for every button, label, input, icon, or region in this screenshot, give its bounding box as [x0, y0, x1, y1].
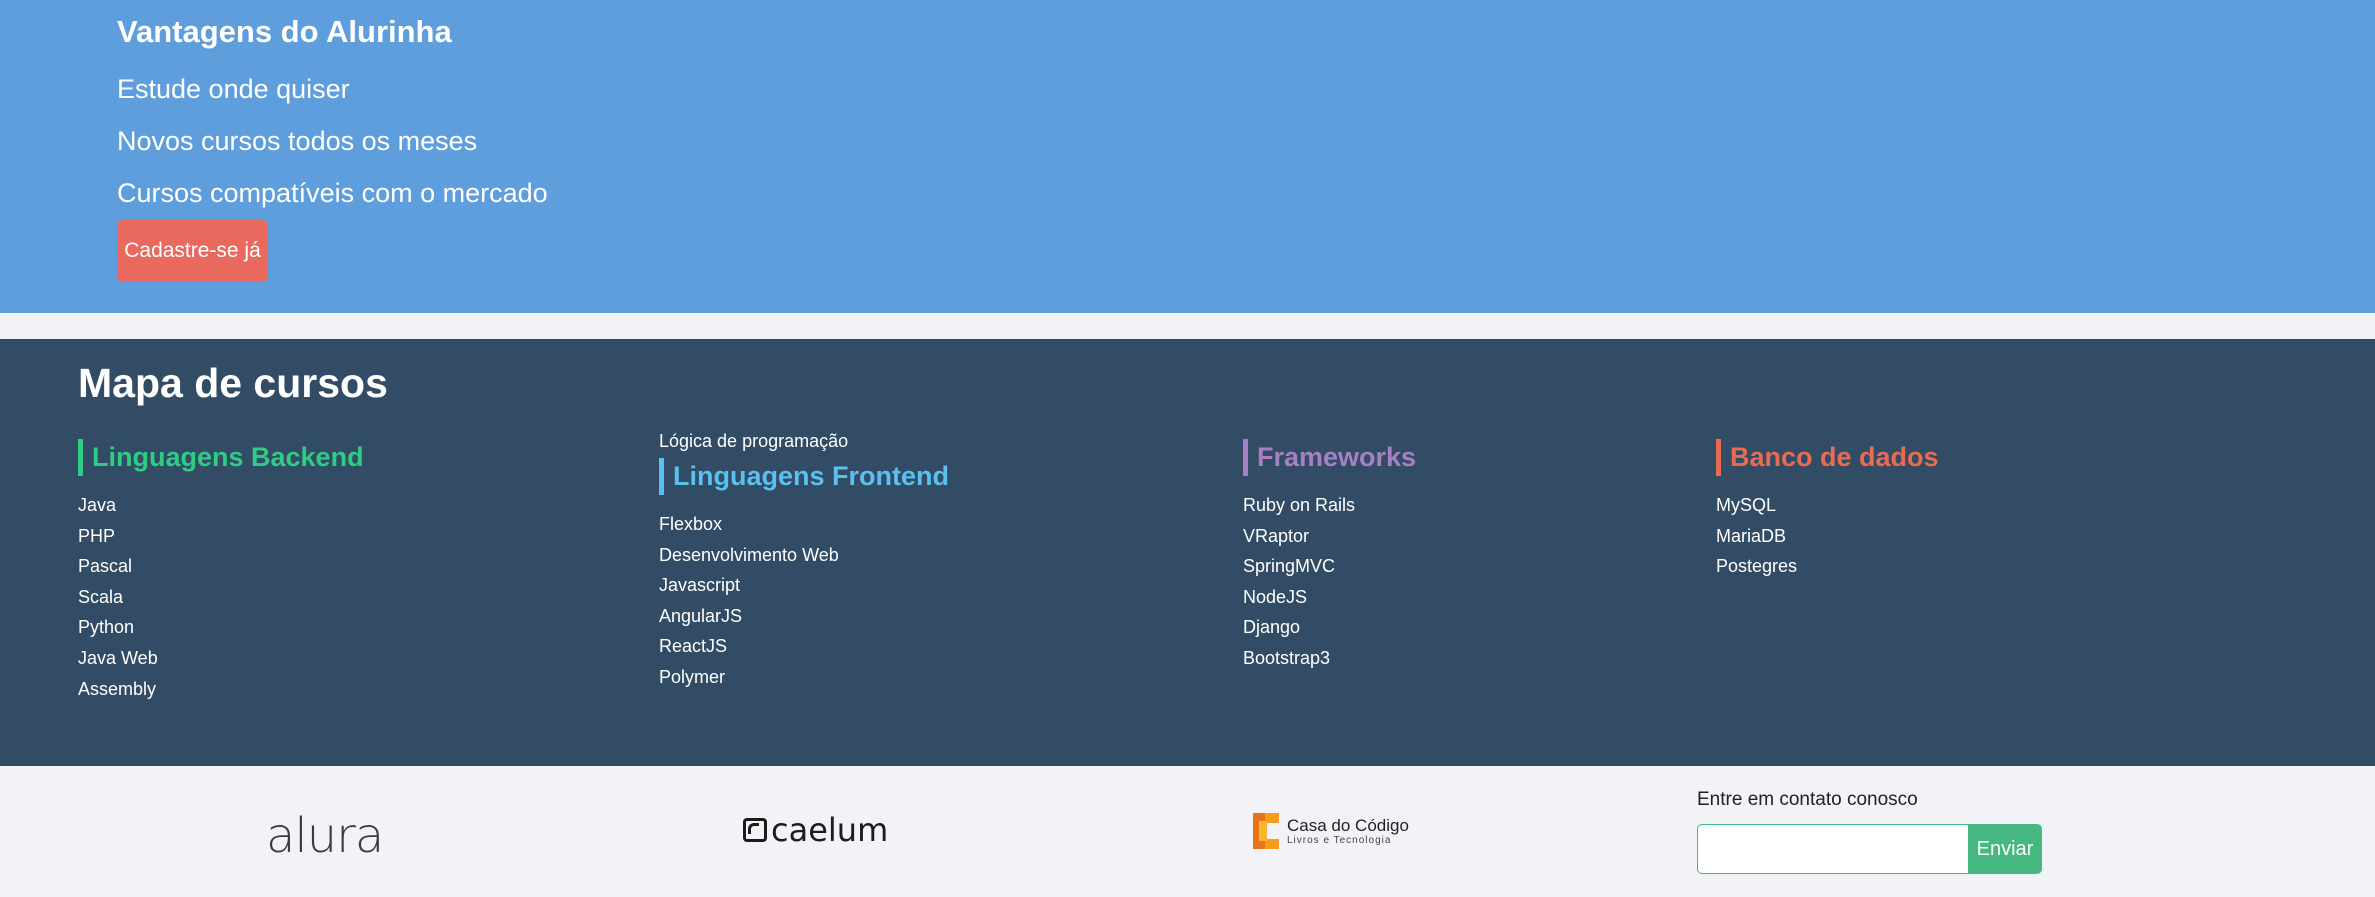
- advantages-section: Vantagens do Alurinha Estude onde quiser…: [0, 0, 2375, 313]
- backend-list: Java PHP Pascal Scala Python Java Web As…: [78, 490, 364, 704]
- course-map-section: Mapa de cursos Linguagens Backend Java P…: [0, 339, 2375, 766]
- list-item: Scala: [78, 582, 364, 613]
- list-item: Java Web: [78, 643, 364, 674]
- advantages-title: Vantagens do Alurinha: [117, 14, 452, 49]
- send-button[interactable]: Enviar: [1968, 824, 2042, 874]
- list-item: Assembly: [78, 674, 364, 705]
- course-link[interactable]: Django: [1243, 617, 1300, 637]
- list-item: Postegres: [1716, 551, 1939, 582]
- frontend-column: Lógica de programação Linguagens Fronten…: [659, 426, 949, 693]
- course-link[interactable]: Java Web: [78, 648, 158, 668]
- list-item: Desenvolvimento Web: [659, 540, 949, 571]
- course-link[interactable]: AngularJS: [659, 606, 742, 626]
- list-item: NodeJS: [1243, 582, 1416, 613]
- course-link[interactable]: Lógica de programação: [659, 431, 848, 451]
- databases-list: MySQL MariaDB Postegres: [1716, 490, 1939, 582]
- frameworks-column: Frameworks Ruby on Rails VRaptor SpringM…: [1243, 439, 1416, 674]
- alura-logo-text: alura: [266, 808, 384, 864]
- course-link[interactable]: Bootstrap3: [1243, 648, 1330, 668]
- list-item: Lógica de programação: [659, 426, 949, 456]
- course-link[interactable]: Desenvolvimento Web: [659, 545, 839, 565]
- course-link[interactable]: MySQL: [1716, 495, 1776, 515]
- course-link[interactable]: Flexbox: [659, 514, 722, 534]
- footer: alura caelum Casa do Código Livros e Tec…: [0, 766, 2375, 897]
- course-link[interactable]: Java: [78, 495, 116, 515]
- list-item: Javascript: [659, 570, 949, 601]
- course-link[interactable]: PHP: [78, 526, 115, 546]
- contact-email-input[interactable]: [1697, 824, 1969, 874]
- list-item: ReactJS: [659, 631, 949, 662]
- contact-label: Entre em contato conosco: [1697, 789, 1918, 810]
- course-map-title: Mapa de cursos: [78, 360, 388, 406]
- casa-do-codigo-subtitle: Livros e Tecnologia: [1287, 834, 1392, 846]
- list-item: VRaptor: [1243, 521, 1416, 552]
- list-item: Pascal: [78, 551, 364, 582]
- frameworks-list: Ruby on Rails VRaptor SpringMVC NodeJS D…: [1243, 490, 1416, 674]
- list-item: AngularJS: [659, 601, 949, 632]
- frameworks-heading: Frameworks: [1243, 439, 1416, 476]
- databases-heading: Banco de dados: [1716, 439, 1939, 476]
- course-link[interactable]: NodeJS: [1243, 587, 1307, 607]
- course-link[interactable]: SpringMVC: [1243, 556, 1335, 576]
- casa-do-codigo-logo[interactable]: Casa do Código Livros e Tecnologia: [1249, 809, 1409, 853]
- frontend-heading: Linguagens Frontend: [659, 458, 949, 495]
- list-item: MariaDB: [1716, 521, 1939, 552]
- casa-do-codigo-mark-icon: [1253, 813, 1279, 849]
- course-link[interactable]: Postegres: [1716, 556, 1797, 576]
- casa-do-codigo-text: Casa do Código Livros e Tecnologia: [1287, 815, 1409, 846]
- course-link[interactable]: Polymer: [659, 667, 725, 687]
- course-link[interactable]: Ruby on Rails: [1243, 495, 1355, 515]
- list-item: Bootstrap3: [1243, 643, 1416, 674]
- course-link[interactable]: Pascal: [78, 556, 132, 576]
- caelum-logo[interactable]: caelum: [743, 811, 888, 849]
- course-link[interactable]: Scala: [78, 587, 123, 607]
- list-item: Ruby on Rails: [1243, 490, 1416, 521]
- advantage-item: Estude onde quiser: [117, 74, 350, 104]
- list-item: MySQL: [1716, 490, 1939, 521]
- list-item: SpringMVC: [1243, 551, 1416, 582]
- list-item: Polymer: [659, 662, 949, 693]
- advantage-item: Novos cursos todos os meses: [117, 126, 478, 156]
- backend-heading: Linguagens Backend: [78, 439, 364, 476]
- caelum-mark-icon: [743, 818, 767, 842]
- course-link[interactable]: MariaDB: [1716, 526, 1786, 546]
- caelum-logo-text: caelum: [771, 811, 889, 849]
- course-link[interactable]: Python: [78, 617, 134, 637]
- list-item: Django: [1243, 612, 1416, 643]
- frontend-list: Flexbox Desenvolvimento Web Javascript A…: [659, 509, 949, 693]
- list-item: Python: [78, 612, 364, 643]
- casa-do-codigo-title: Casa do Código: [1287, 815, 1409, 835]
- list-item: PHP: [78, 521, 364, 552]
- alura-logo[interactable]: alura: [266, 808, 384, 864]
- course-link[interactable]: Assembly: [78, 679, 156, 699]
- list-item: Java: [78, 490, 364, 521]
- backend-column: Linguagens Backend Java PHP Pascal Scala…: [78, 439, 364, 704]
- list-item: Flexbox: [659, 509, 949, 540]
- course-link[interactable]: ReactJS: [659, 636, 727, 656]
- databases-column: Banco de dados MySQL MariaDB Postegres: [1716, 439, 1939, 582]
- advantage-item: Cursos compatíveis com o mercado: [117, 178, 548, 208]
- course-link[interactable]: VRaptor: [1243, 526, 1309, 546]
- course-link[interactable]: Javascript: [659, 575, 740, 595]
- signup-button[interactable]: Cadastre-se já: [117, 220, 268, 282]
